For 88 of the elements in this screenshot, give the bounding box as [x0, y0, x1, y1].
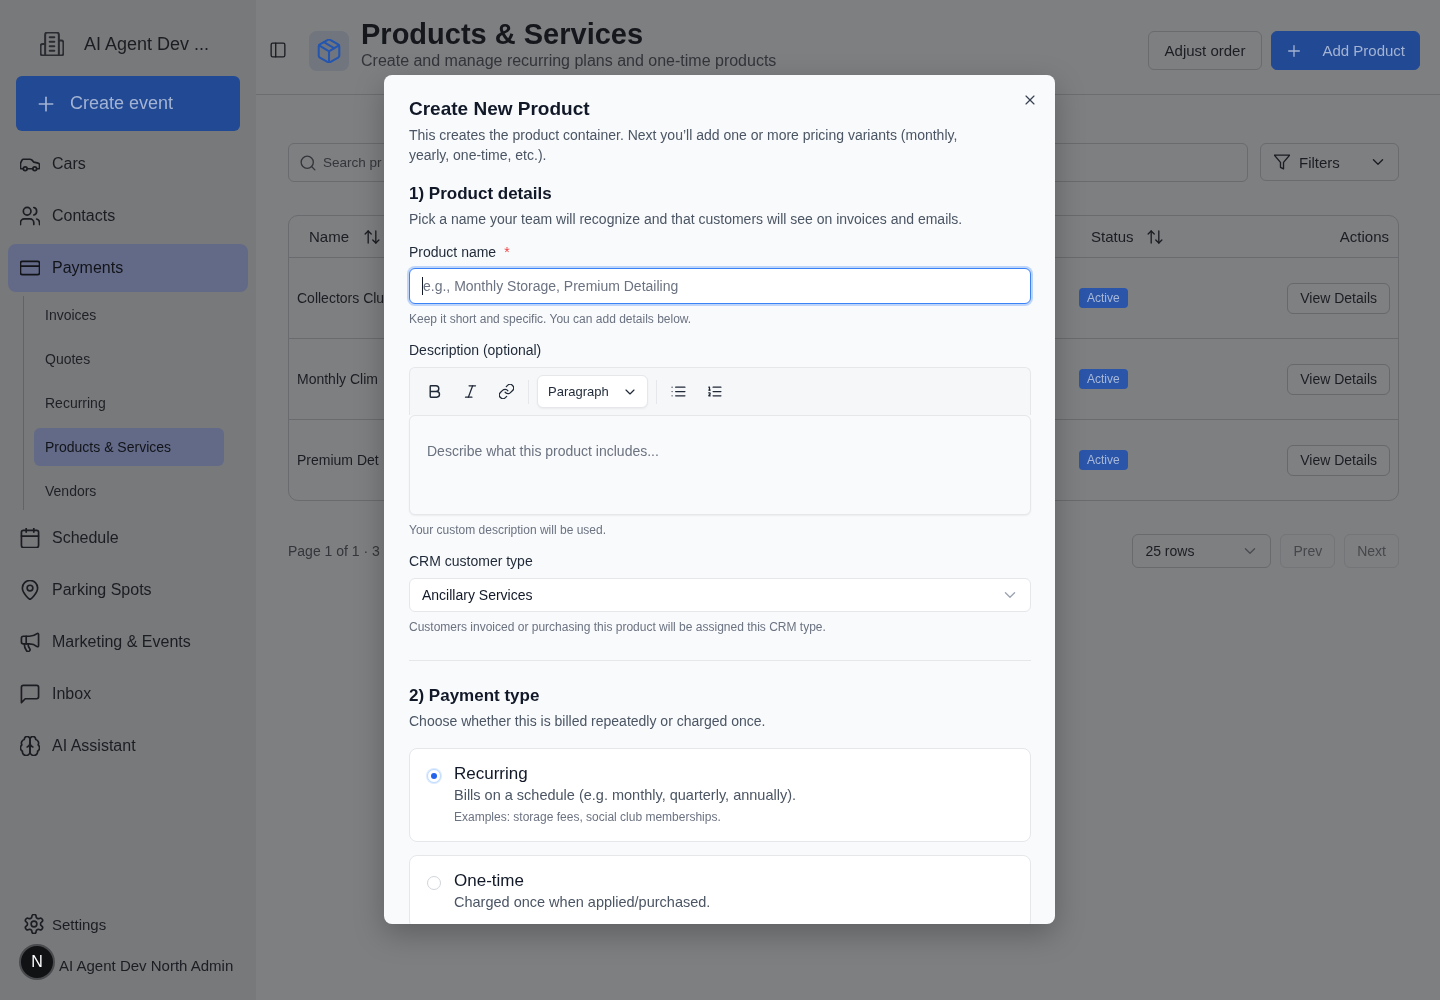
column-header[interactable]: Status: [1079, 228, 1163, 245]
view-details-button[interactable]: View Details: [1287, 444, 1390, 476]
sort-arrows-icon: [1146, 228, 1163, 245]
close-button[interactable]: [1023, 93, 1037, 107]
table-cell-text: Premium Det: [296, 452, 379, 468]
text-cursor: [422, 277, 423, 295]
brain-icon: [20, 736, 40, 756]
sort-arrows-icon: [364, 228, 380, 245]
view-details-button[interactable]: View Details: [1287, 282, 1390, 314]
sub-nav-item[interactable]: Products & Services: [34, 428, 224, 466]
radio-button[interactable]: [427, 769, 441, 783]
sub-nav-item[interactable]: Vendors: [34, 472, 224, 510]
column-header[interactable]: Name: [289, 228, 380, 245]
nav-item[interactable]: Marketing & Events: [8, 618, 248, 666]
payment-option[interactable]: One-time Charged once when applied/purchased.: [409, 855, 1031, 924]
section-heading: 2) Payment type: [409, 685, 541, 707]
header-action-button[interactable]: Adjust order: [1147, 31, 1263, 70]
status-badge: Active: [1079, 369, 1128, 389]
description-field[interactable]: Describe what this product includes...: [409, 415, 1031, 515]
funnel-icon: [1274, 154, 1290, 170]
nav-item[interactable]: Contacts: [8, 192, 248, 240]
radio-button[interactable]: [427, 876, 441, 890]
header-action-button[interactable]: Add Product: [1271, 31, 1420, 70]
settings-link[interactable]: Settings: [8, 906, 248, 942]
table-cell-text: Monthly Clim: [296, 371, 378, 387]
search-icon: [300, 155, 316, 171]
nav-item[interactable]: Cars: [8, 140, 248, 188]
dialog-description: This creates the product container. Next you’ll add one or more pricing variants (monthly, yearly, one-time, etc.).: [409, 126, 959, 165]
section-description: Choose whether this is billed repeatedly or charged once.: [409, 712, 767, 731]
plus-icon: [1286, 42, 1303, 59]
chat-bubble-icon: [20, 684, 40, 704]
panel-left-icon: [270, 42, 286, 58]
option-description: Bills on a schedule (e.g. monthly, quarterly, annually).: [454, 786, 796, 805]
crm-type-select[interactable]: Ancillary Services: [409, 578, 1031, 612]
link-icon: [498, 384, 514, 399]
status-badge: Active: [1079, 288, 1128, 308]
option-example: Examples: storage fees, social club memberships.: [454, 809, 721, 825]
workspace-name: AI Agent Dev ...: [84, 33, 210, 55]
sidebar-toggle-button[interactable]: [270, 42, 286, 58]
megaphone-icon: [20, 632, 40, 652]
required-mark: *: [504, 243, 510, 262]
create-event-button[interactable]: Create event: [16, 76, 240, 131]
avatar[interactable]: N: [19, 944, 55, 980]
field-hint: Keep it short and specific. You can add details below.: [409, 311, 693, 327]
nav-item[interactable]: Parking Spots: [8, 566, 248, 614]
user-name: AI Agent Dev North Admin: [59, 956, 234, 974]
status-badge: Active: [1079, 450, 1128, 470]
credit-card-icon: [20, 258, 40, 278]
nav-item[interactable]: Inbox: [8, 670, 248, 718]
payment-option[interactable]: Recurring Bills on a schedule (e.g. monthly, quarterly, annually). Examples: storage fees, social club memberships.: [409, 748, 1031, 842]
option-title: Recurring: [454, 763, 528, 785]
sub-nav-item[interactable]: Recurring: [34, 384, 224, 422]
table-cell-text: Collectors Clu: [296, 290, 385, 306]
option-title: One-time: [454, 870, 524, 892]
view-details-button[interactable]: View Details: [1287, 363, 1390, 395]
column-header: Actions: [1339, 228, 1390, 245]
nav-item[interactable]: Payments: [8, 244, 248, 292]
section-heading: 1) Product details: [409, 183, 553, 205]
dialog-title: Create New Product: [409, 97, 591, 121]
map-pin-icon: [20, 580, 40, 600]
gear-icon: [24, 914, 44, 934]
option-description: Charged once when applied/purchased.: [454, 893, 711, 912]
nav-item[interactable]: AI Assistant: [8, 722, 248, 770]
bullet-list-icon: [671, 384, 687, 399]
sub-nav-item[interactable]: Invoices: [34, 296, 224, 334]
field-label: Product name: [409, 243, 497, 262]
cube-icon: [309, 31, 349, 71]
filters-button[interactable]: Filters: [1260, 143, 1399, 181]
calendar-icon: [20, 528, 40, 548]
block-format-select[interactable]: Paragraph: [537, 375, 648, 408]
page-subtitle: Create and manage recurring plans and one-time products: [361, 51, 777, 71]
page-title: Products & Services: [361, 17, 645, 51]
field-hint: Customers invoiced or purchasing this product will be assigned this CRM type.: [409, 619, 827, 635]
close-icon: [1023, 93, 1037, 107]
rows-per-page-select[interactable]: 25 rows: [1132, 534, 1272, 568]
product-name-field[interactable]: e.g., Monthly Storage, Premium Detailing: [409, 268, 1031, 304]
section-description: Pick a name your team will recognize and that customers will see on invoices and emails.: [409, 210, 964, 229]
users-icon: [20, 206, 40, 226]
field-hint: Your custom description will be used.: [409, 522, 607, 538]
nav-item[interactable]: Schedule: [8, 514, 248, 562]
numbered-list-icon: [707, 384, 723, 399]
page-summary: Page 1 of 1 · 3: [288, 543, 380, 559]
building-icon: [40, 32, 64, 56]
sub-nav-item[interactable]: Quotes: [34, 340, 224, 378]
bold-icon: [426, 384, 442, 399]
field-label: Description (optional): [409, 341, 542, 360]
italic-icon: [462, 384, 478, 399]
field-label: CRM customer type: [409, 552, 533, 571]
